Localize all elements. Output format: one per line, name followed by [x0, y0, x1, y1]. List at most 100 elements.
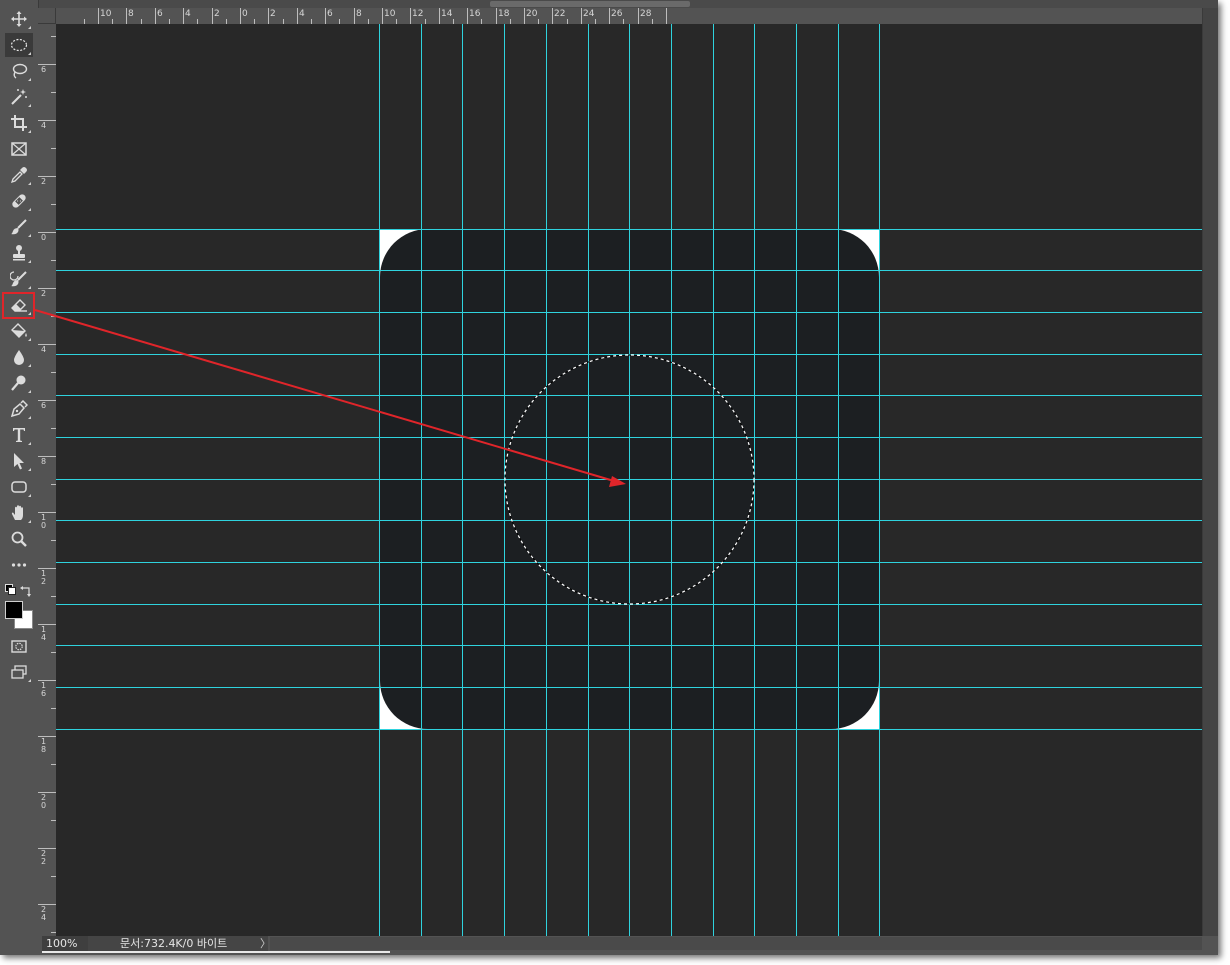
bandage-icon	[12, 194, 26, 208]
brush-icon	[11, 219, 27, 235]
document-canvas[interactable]	[56, 24, 1202, 936]
ruler-label: 0	[40, 233, 47, 242]
ruler-label: 6	[327, 9, 333, 19]
ruler-label: 24	[583, 9, 595, 19]
pen-tool[interactable]	[5, 397, 33, 421]
ruler-label: 10	[100, 9, 112, 19]
ruler-label: 4	[185, 9, 191, 19]
crop-tool[interactable]	[5, 111, 33, 135]
status-bar: 100% 문서:732.4K/0 바이트 〉	[38, 936, 1202, 955]
lasso-icon	[12, 63, 28, 79]
ruler-label: 8	[128, 9, 134, 19]
ruler-label: 14	[40, 625, 47, 642]
horizontal-scrollbar[interactable]	[270, 937, 1202, 950]
droplet-icon	[14, 350, 24, 365]
magic-wand-tool[interactable]	[5, 85, 33, 109]
ruler-label: 0	[242, 9, 248, 19]
elliptical-marquee-tool[interactable]	[5, 33, 33, 57]
brush-tool[interactable]	[5, 215, 33, 239]
top-scrollbar-thumb[interactable]	[490, 1, 690, 7]
edit-toolbar[interactable]	[5, 553, 33, 577]
ruler-label: 10	[384, 9, 396, 19]
ruler-label: 4	[40, 121, 47, 130]
quick-mask-icon	[11, 640, 27, 653]
paint-bucket-tool[interactable]	[5, 319, 33, 343]
history-brush-icon	[10, 271, 27, 287]
ruler-label: 20	[526, 9, 538, 19]
foreground-color-swatch[interactable]	[5, 601, 23, 619]
document-info[interactable]: 문서:732.4K/0 바이트	[88, 936, 268, 951]
eyedropper-tool[interactable]	[5, 163, 33, 187]
eyedropper-icon	[10, 167, 27, 184]
ruler-label: 16	[469, 9, 481, 19]
ruler-label: 8	[356, 9, 362, 19]
zoom-level[interactable]: 100%	[42, 936, 88, 951]
zoom-tool[interactable]	[5, 527, 33, 551]
screen-mode-button[interactable]	[5, 660, 33, 684]
type-icon	[13, 428, 25, 442]
lasso-tool[interactable]	[5, 59, 33, 83]
move-icon	[11, 11, 27, 27]
ruler-label: 8	[40, 457, 47, 466]
vertical-ruler[interactable]: 642024681012141618202224	[38, 24, 57, 936]
blur-tool[interactable]	[5, 345, 33, 369]
elliptical-marquee-icon	[10, 38, 28, 52]
ruler-label: 12	[412, 9, 424, 19]
screen-mode-icon	[11, 665, 27, 679]
ruler-label: 26	[611, 9, 623, 19]
ruler-label: 2	[270, 9, 276, 19]
stamp-icon	[13, 245, 25, 261]
ruler-label: 22	[40, 849, 47, 866]
ruler-label: 24	[40, 905, 47, 922]
more-icon	[11, 563, 27, 567]
ruler-label: 18	[498, 9, 510, 19]
ruler-label: 6	[157, 9, 163, 19]
eraser-tool-highlight	[2, 292, 35, 319]
magnifier-icon	[11, 531, 27, 547]
tools-panel	[0, 0, 39, 955]
horizontal-ruler[interactable]: 10 8 6 4 2 0 2 4 6 8 10 12 14 16 18 20 22 24 26 28	[56, 8, 1202, 25]
hand-icon	[11, 505, 23, 520]
ruler-label: 2	[40, 289, 47, 298]
crop-icon	[11, 115, 27, 131]
move-tool[interactable]	[5, 7, 33, 31]
ruler-label: 18	[40, 737, 47, 754]
rectangle-tool[interactable]	[5, 475, 33, 499]
clone-stamp-tool[interactable]	[5, 241, 33, 265]
ruler-label: 22	[554, 9, 566, 19]
ruler-label: 14	[441, 9, 453, 19]
ruler-label: 16	[40, 681, 47, 698]
ruler-label: 10	[40, 513, 47, 530]
ruler-label: 12	[40, 569, 47, 586]
paint-bucket-icon	[11, 323, 27, 338]
ruler-label: 2	[40, 177, 47, 186]
hand-tool[interactable]	[5, 501, 33, 525]
dodge-icon	[11, 375, 26, 391]
ruler-label: 2	[214, 9, 220, 19]
magic-wand-icon	[11, 89, 27, 105]
path-selection-tool[interactable]	[5, 449, 33, 473]
ruler-label: 20	[40, 793, 47, 810]
quick-mask-button[interactable]	[5, 634, 33, 658]
ruler-label: 4	[299, 9, 305, 19]
canvas-area[interactable]	[56, 24, 1202, 936]
vertical-scrollbar[interactable]	[1202, 8, 1218, 936]
ruler-label: 28	[640, 9, 652, 19]
healing-brush-tool[interactable]	[5, 189, 33, 213]
frame-tool[interactable]	[5, 137, 33, 161]
dodge-tool[interactable]	[5, 371, 33, 395]
ruler-label: 6	[40, 65, 47, 74]
frame-icon	[11, 142, 27, 156]
rounded-rectangle-icon	[11, 481, 27, 493]
ruler-label: 6	[40, 401, 47, 410]
photoshop-window: 10 8 6 4 2 0 2 4 6 8 10 12 14 16 18 20 22 24 26 28 64202468…	[0, 0, 1218, 955]
history-brush-tool[interactable]	[5, 267, 33, 291]
top-scrollbar[interactable]	[38, 0, 1218, 8]
swap-colors-icon[interactable]	[20, 582, 32, 597]
status-underline	[42, 951, 390, 953]
type-tool[interactable]	[5, 423, 33, 447]
guides	[56, 24, 1202, 936]
ruler-origin[interactable]	[38, 8, 56, 24]
pen-icon	[10, 400, 28, 418]
default-colors-icon[interactable]	[5, 584, 16, 595]
